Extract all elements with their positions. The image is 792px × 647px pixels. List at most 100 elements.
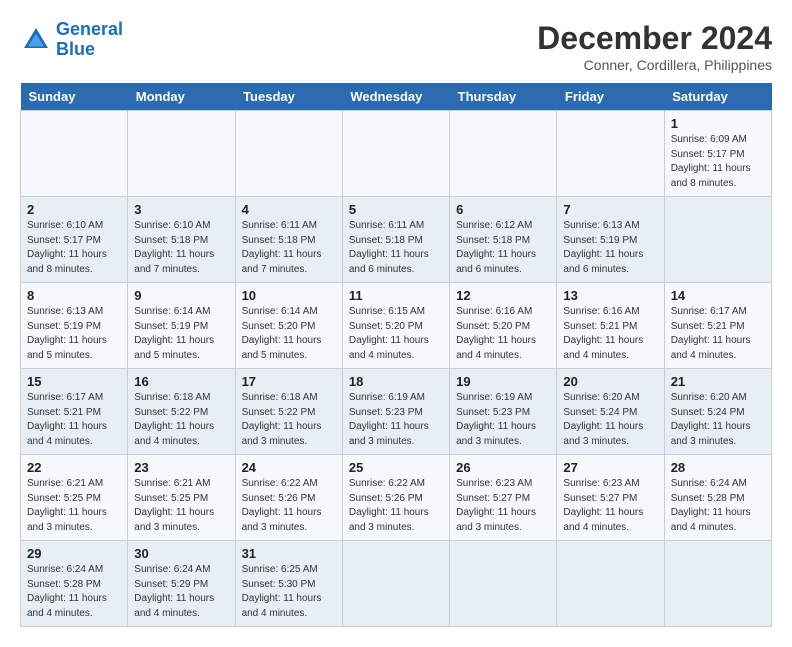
calendar-cell: 8 Sunrise: 6:13 AMSunset: 5:19 PMDaylight… [21, 283, 128, 369]
calendar-cell [235, 111, 342, 197]
calendar-week-row: 1 Sunrise: 6:09 AMSunset: 5:17 PMDaylight… [21, 111, 772, 197]
day-info: Sunrise: 6:19 AMSunset: 5:23 PMDaylight:… [349, 391, 443, 449]
day-number: 4 [242, 202, 336, 217]
day-info: Sunrise: 6:24 AMSunset: 5:29 PMDaylight:… [134, 563, 228, 621]
calendar-day-header: Saturday [664, 83, 771, 111]
day-number: 17 [242, 374, 336, 389]
calendar-week-row: 2 Sunrise: 6:10 AMSunset: 5:17 PMDaylight… [21, 197, 772, 283]
day-number: 21 [671, 374, 765, 389]
day-number: 20 [563, 374, 657, 389]
calendar-day-header: Sunday [21, 83, 128, 111]
day-info: Sunrise: 6:14 AMSunset: 5:19 PMDaylight:… [134, 305, 228, 363]
calendar-day-header: Friday [557, 83, 664, 111]
day-info: Sunrise: 6:10 AMSunset: 5:17 PMDaylight:… [27, 219, 121, 277]
calendar-cell [450, 541, 557, 627]
day-info: Sunrise: 6:22 AMSunset: 5:26 PMDaylight:… [242, 477, 336, 535]
logo-text: General Blue [56, 20, 123, 60]
day-info: Sunrise: 6:23 AMSunset: 5:27 PMDaylight:… [563, 477, 657, 535]
day-number: 10 [242, 288, 336, 303]
calendar-body: 1 Sunrise: 6:09 AMSunset: 5:17 PMDaylight… [21, 111, 772, 627]
calendar-day-header: Monday [128, 83, 235, 111]
day-info: Sunrise: 6:17 AMSunset: 5:21 PMDaylight:… [27, 391, 121, 449]
day-info: Sunrise: 6:14 AMSunset: 5:20 PMDaylight:… [242, 305, 336, 363]
calendar-cell [21, 111, 128, 197]
day-number: 2 [27, 202, 121, 217]
calendar-day-header: Wednesday [342, 83, 449, 111]
calendar-cell [342, 541, 449, 627]
day-number: 24 [242, 460, 336, 475]
calendar-cell: 15Sunrise: 6:17 AMSunset: 5:21 PMDayligh… [21, 369, 128, 455]
calendar-header-row: SundayMondayTuesdayWednesdayThursdayFrid… [21, 83, 772, 111]
calendar-cell: 30Sunrise: 6:24 AMSunset: 5:29 PMDayligh… [128, 541, 235, 627]
day-number: 16 [134, 374, 228, 389]
day-number: 1 [671, 116, 765, 131]
day-info: Sunrise: 6:15 AMSunset: 5:20 PMDaylight:… [349, 305, 443, 363]
day-info: Sunrise: 6:12 AMSunset: 5:18 PMDaylight:… [456, 219, 550, 277]
calendar-day-header: Tuesday [235, 83, 342, 111]
day-number: 27 [563, 460, 657, 475]
calendar-cell: 22 Sunrise: 6:21 AMSunset: 5:25 PMDayligh… [21, 455, 128, 541]
calendar-cell [128, 111, 235, 197]
day-info: Sunrise: 6:16 AMSunset: 5:21 PMDaylight:… [563, 305, 657, 363]
day-number: 22 [27, 460, 121, 475]
day-info: Sunrise: 6:16 AMSunset: 5:20 PMDaylight:… [456, 305, 550, 363]
calendar-cell: 6 Sunrise: 6:12 AMSunset: 5:18 PMDaylight… [450, 197, 557, 283]
day-info: Sunrise: 6:23 AMSunset: 5:27 PMDaylight:… [456, 477, 550, 535]
calendar-cell: 26 Sunrise: 6:23 AMSunset: 5:27 PMDayligh… [450, 455, 557, 541]
day-number: 5 [349, 202, 443, 217]
calendar-cell: 3 Sunrise: 6:10 AMSunset: 5:18 PMDaylight… [128, 197, 235, 283]
day-number: 19 [456, 374, 550, 389]
day-info: Sunrise: 6:20 AMSunset: 5:24 PMDaylight:… [671, 391, 765, 449]
calendar-cell: 14Sunrise: 6:17 AMSunset: 5:21 PMDayligh… [664, 283, 771, 369]
day-number: 26 [456, 460, 550, 475]
day-info: Sunrise: 6:11 AMSunset: 5:18 PMDaylight:… [242, 219, 336, 277]
calendar-week-row: 15Sunrise: 6:17 AMSunset: 5:21 PMDayligh… [21, 369, 772, 455]
calendar-cell: 21 Sunrise: 6:20 AMSunset: 5:24 PMDayligh… [664, 369, 771, 455]
day-number: 8 [27, 288, 121, 303]
day-info: Sunrise: 6:25 AMSunset: 5:30 PMDaylight:… [242, 563, 336, 621]
location: Conner, Cordillera, Philippines [537, 57, 772, 73]
logo-line1: General [56, 19, 123, 39]
calendar-cell [450, 111, 557, 197]
day-number: 3 [134, 202, 228, 217]
day-info: Sunrise: 6:18 AMSunset: 5:22 PMDaylight:… [242, 391, 336, 449]
calendar-cell: 18 Sunrise: 6:19 AMSunset: 5:23 PMDayligh… [342, 369, 449, 455]
calendar-cell: 29Sunrise: 6:24 AMSunset: 5:28 PMDayligh… [21, 541, 128, 627]
calendar-cell: 25Sunrise: 6:22 AMSunset: 5:26 PMDayligh… [342, 455, 449, 541]
calendar-cell: 1 Sunrise: 6:09 AMSunset: 5:17 PMDaylight… [664, 111, 771, 197]
calendar-cell: 4 Sunrise: 6:11 AMSunset: 5:18 PMDaylight… [235, 197, 342, 283]
calendar-cell: 16Sunrise: 6:18 AMSunset: 5:22 PMDayligh… [128, 369, 235, 455]
day-number: 6 [456, 202, 550, 217]
page-header: General Blue December 2024 Conner, Cordi… [20, 20, 772, 73]
day-number: 28 [671, 460, 765, 475]
day-number: 31 [242, 546, 336, 561]
calendar-cell: 10 Sunrise: 6:14 AMSunset: 5:20 PMDayligh… [235, 283, 342, 369]
day-number: 23 [134, 460, 228, 475]
calendar-day-header: Thursday [450, 83, 557, 111]
day-number: 7 [563, 202, 657, 217]
logo: General Blue [20, 20, 123, 60]
calendar-cell: 7Sunrise: 6:13 AMSunset: 5:19 PMDaylight… [557, 197, 664, 283]
day-info: Sunrise: 6:11 AMSunset: 5:18 PMDaylight:… [349, 219, 443, 277]
day-number: 11 [349, 288, 443, 303]
calendar-week-row: 29Sunrise: 6:24 AMSunset: 5:28 PMDayligh… [21, 541, 772, 627]
day-number: 18 [349, 374, 443, 389]
calendar-cell: 5 Sunrise: 6:11 AMSunset: 5:18 PMDaylight… [342, 197, 449, 283]
calendar-cell: 19Sunrise: 6:19 AMSunset: 5:23 PMDayligh… [450, 369, 557, 455]
calendar-cell [557, 541, 664, 627]
calendar-cell: 2 Sunrise: 6:10 AMSunset: 5:17 PMDaylight… [21, 197, 128, 283]
day-info: Sunrise: 6:17 AMSunset: 5:21 PMDaylight:… [671, 305, 765, 363]
day-info: Sunrise: 6:13 AMSunset: 5:19 PMDaylight:… [27, 305, 121, 363]
day-info: Sunrise: 6:09 AMSunset: 5:17 PMDaylight:… [671, 133, 765, 191]
calendar-cell: 31 Sunrise: 6:25 AMSunset: 5:30 PMDayligh… [235, 541, 342, 627]
day-info: Sunrise: 6:10 AMSunset: 5:18 PMDaylight:… [134, 219, 228, 277]
calendar-cell: 13Sunrise: 6:16 AMSunset: 5:21 PMDayligh… [557, 283, 664, 369]
day-info: Sunrise: 6:22 AMSunset: 5:26 PMDaylight:… [349, 477, 443, 535]
calendar-cell: 27 Sunrise: 6:23 AMSunset: 5:27 PMDayligh… [557, 455, 664, 541]
month-year: December 2024 [537, 20, 772, 57]
calendar-cell: 9 Sunrise: 6:14 AMSunset: 5:19 PMDaylight… [128, 283, 235, 369]
logo-icon [20, 24, 52, 56]
day-info: Sunrise: 6:21 AMSunset: 5:25 PMDaylight:… [27, 477, 121, 535]
day-number: 9 [134, 288, 228, 303]
day-number: 12 [456, 288, 550, 303]
